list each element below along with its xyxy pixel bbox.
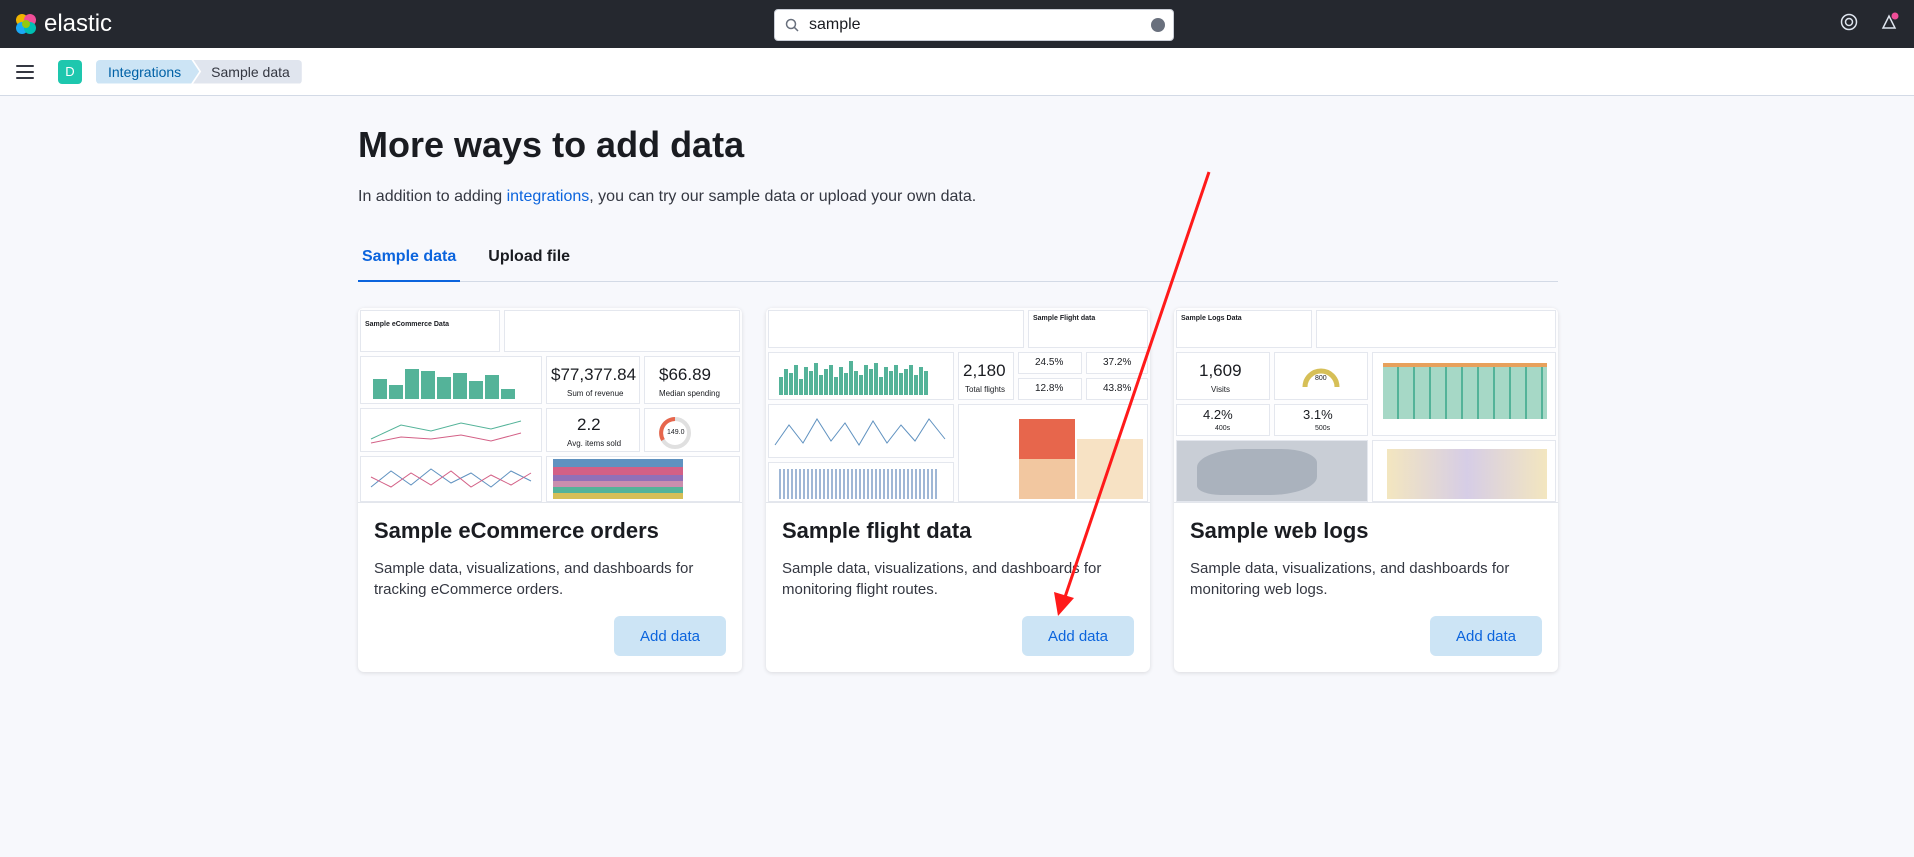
preview-bar-chart [360,356,542,404]
preview-delay-pct-value: 12.8% [1035,383,1064,394]
preview-header-panel: Sample eCommerce Data [360,310,500,352]
preview-items-label: Avg. items sold [567,439,622,448]
preview-spending-value: $66.89 [659,365,711,384]
intro-text-start: In addition to adding [358,188,507,205]
preview-header-panel: Sample Logs Data [1176,310,1312,348]
preview-area-chart [546,456,740,502]
card-title: Sample flight data [782,518,972,543]
weblogs-dashboard-preview: Sample Logs Data 1,609 Visits 800 4.2% 4… [1174,308,1558,503]
preview-visits-stat: 1,609 Visits [1176,352,1270,400]
search-icon [785,18,799,32]
preview-multi-line [360,456,542,502]
preview-line-chart [360,408,542,452]
preview-gauge: 800 [1274,352,1368,400]
preview-controls-panel [768,310,1024,348]
preview-400s-label: 400s [1215,425,1231,432]
preview-gauge: 149.0 [644,408,740,452]
card-flights: Sample Flight data 2,180 Total flights 2… [766,308,1150,672]
tab-upload-file[interactable]: Upload file [484,246,574,282]
preview-spending-label: Median spending [659,389,720,398]
breadcrumb: Integrations Sample data [96,59,302,84]
preview-400s-stat: 4.2% 400s [1176,404,1270,436]
gauge-graphic [659,417,691,449]
preview-visits-label: Visits [1211,385,1230,394]
page-intro: In addition to adding integrations, you … [358,188,976,206]
preview-controls-panel [1316,310,1556,348]
brand-name: elastic [44,10,113,37]
search-input[interactable] [809,16,1151,34]
card-title: Sample eCommerce orders [374,518,659,543]
add-flight-data-button[interactable]: Add data [1022,616,1134,656]
preview-delayed-stat: 24.5% [1018,352,1082,374]
preview-delay-type [768,462,954,502]
preview-500s-stat: 3.1% 500s [1274,404,1368,436]
preview-heading: Sample eCommerce Data [365,321,450,328]
breadcrumb-sample-data: Sample data [193,59,302,84]
preview-total-flights-value: 2,180 [963,361,1006,380]
add-ecommerce-data-button[interactable]: Add data [614,616,726,656]
preview-revenue-stat: $77,377.84 Sum of revenue [546,356,640,404]
clear-search-icon[interactable] [1151,18,1165,32]
add-weblogs-data-button[interactable]: Add data [1430,616,1542,656]
preview-revenue-value: $77,377.84 [551,365,637,384]
card-title: Sample web logs [1190,518,1369,543]
preview-items-value: 2.2 [577,415,601,434]
preview-400s-value: 4.2% [1203,407,1233,422]
preview-delay-table [958,404,1148,502]
preview-delay-pct-stat: 12.8% [1018,378,1082,400]
navigation-bar: D Integrations Sample data [0,48,1914,96]
preview-other-pct-stat: 43.8% [1086,378,1148,400]
preview-heading: Sample Logs Data [1181,315,1242,322]
card-ecommerce: Sample eCommerce Data $77,377.84 Sum of … [358,308,742,672]
preview-revenue-label: Sum of revenue [567,389,624,398]
preview-response-codes [1372,352,1556,436]
intro-text-end: , you can try our sample data or upload … [589,188,977,205]
space-avatar[interactable]: D [58,59,82,84]
preview-spending-stat: $66.89 Median spending [644,356,740,404]
ecommerce-dashboard-preview: Sample eCommerce Data $77,377.84 Sum of … [358,308,742,503]
preview-cancelled-stat: 37.2% [1086,352,1148,374]
news-feed-icon[interactable] [1880,12,1900,32]
preview-500s-label: 500s [1315,425,1331,432]
page-title: More ways to add data [358,124,745,165]
preview-gauge-value: 800 [1315,375,1327,382]
preview-500s-value: 3.1% [1303,407,1333,422]
help-icon[interactable] [1840,13,1858,31]
tab-bar: Sample data Upload file [358,246,1558,282]
preview-sankey [1372,440,1556,502]
preview-total-flights-label: Total flights [965,385,1006,394]
preview-other-pct-value: 43.8% [1103,383,1132,394]
preview-delay-chart [768,404,954,458]
preview-gauge-value: 149.0 [667,429,685,436]
preview-flight-bars [768,352,954,400]
preview-items-stat: 2.2 Avg. items sold [546,408,640,452]
preview-total-flights-stat: 2,180 Total flights [958,352,1014,400]
elastic-logo-icon [16,14,36,34]
preview-heading: Sample Flight data [1033,315,1096,322]
preview-map [1176,440,1368,502]
elastic-logo[interactable]: elastic [14,10,112,38]
preview-cancelled-value: 37.2% [1103,357,1132,368]
menu-toggle-icon[interactable] [16,64,34,79]
card-weblogs: Sample Logs Data 1,609 Visits 800 4.2% 4… [1174,308,1558,672]
breadcrumb-integrations[interactable]: Integrations [96,60,199,84]
integrations-link[interactable]: integrations [507,188,590,205]
card-description: Sample data, visualizations, and dashboa… [374,560,694,598]
card-description: Sample data, visualizations, and dashboa… [1190,560,1510,598]
preview-visits-value: 1,609 [1199,361,1242,380]
preview-delayed-value: 24.5% [1035,357,1064,368]
card-description: Sample data, visualizations, and dashboa… [782,560,1102,598]
top-header: elastic [0,0,1914,48]
tab-sample-data[interactable]: Sample data [358,246,461,282]
preview-controls-panel [504,310,740,352]
flights-dashboard-preview: Sample Flight data 2,180 Total flights 2… [766,308,1150,503]
search-bar[interactable] [774,9,1174,41]
preview-header-panel: Sample Flight data [1028,310,1148,348]
